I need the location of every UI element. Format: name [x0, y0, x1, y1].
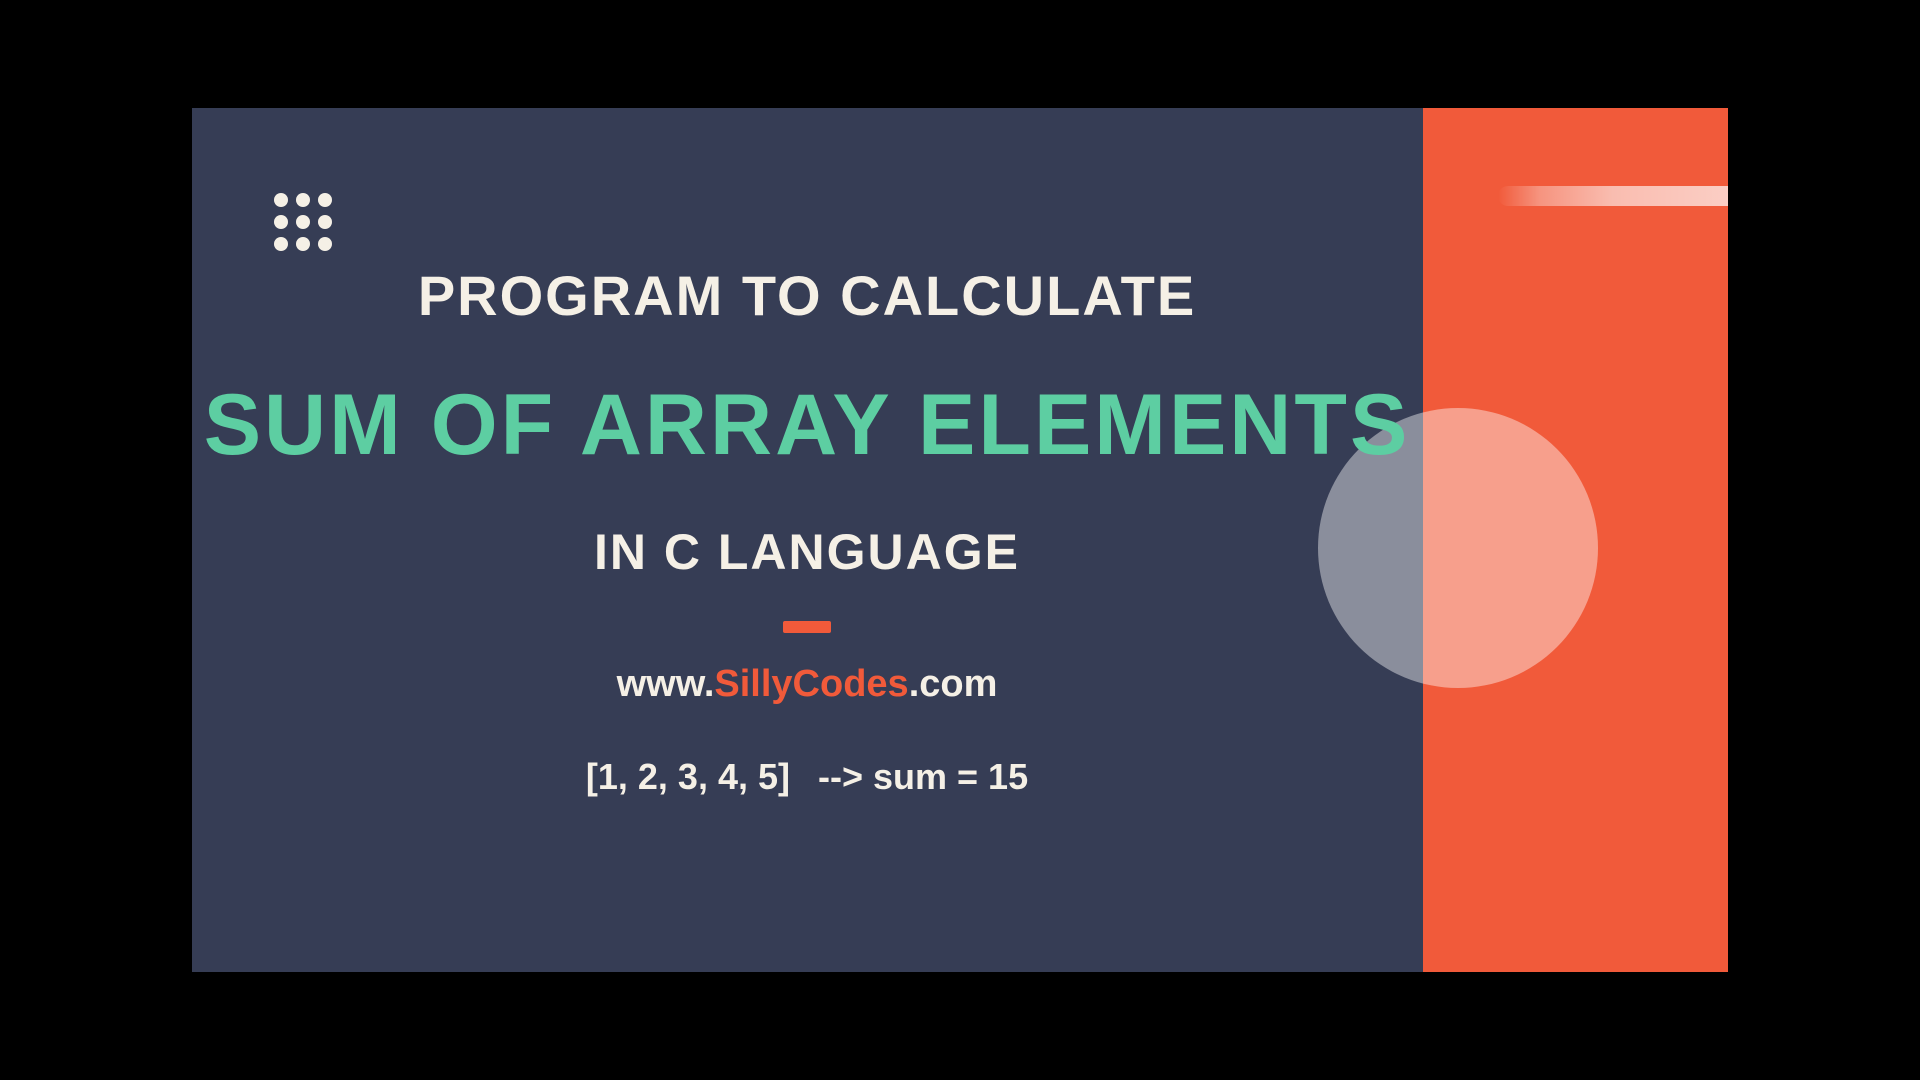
content-block: Program to Calculate Sum of Array Elemen… — [192, 263, 1422, 798]
dot — [296, 237, 310, 251]
dot — [296, 215, 310, 229]
heading-main: Sum of Array Elements — [204, 376, 1411, 475]
dot — [274, 193, 288, 207]
dot — [296, 193, 310, 207]
example-result: --> sum = 15 — [818, 756, 1028, 797]
heading-line-2: In C Language — [594, 523, 1020, 581]
top-right-stripe — [1498, 186, 1728, 206]
url-suffix: .com — [909, 663, 998, 705]
heading-line-1: Program to Calculate — [418, 263, 1196, 328]
dot — [274, 237, 288, 251]
website-url: www.SillyCodes.com — [617, 663, 998, 706]
dots-grid-icon — [274, 193, 332, 251]
banner-canvas: Program to Calculate Sum of Array Elemen… — [192, 108, 1728, 972]
dot — [274, 215, 288, 229]
dot — [318, 193, 332, 207]
example-array: [1, 2, 3, 4, 5] — [586, 756, 790, 797]
dot — [318, 237, 332, 251]
url-prefix: www. — [617, 663, 715, 705]
example-text: [1, 2, 3, 4, 5] --> sum = 15 — [586, 756, 1028, 798]
url-name: SillyCodes — [714, 663, 908, 705]
accent-divider — [783, 621, 831, 633]
dot — [318, 215, 332, 229]
